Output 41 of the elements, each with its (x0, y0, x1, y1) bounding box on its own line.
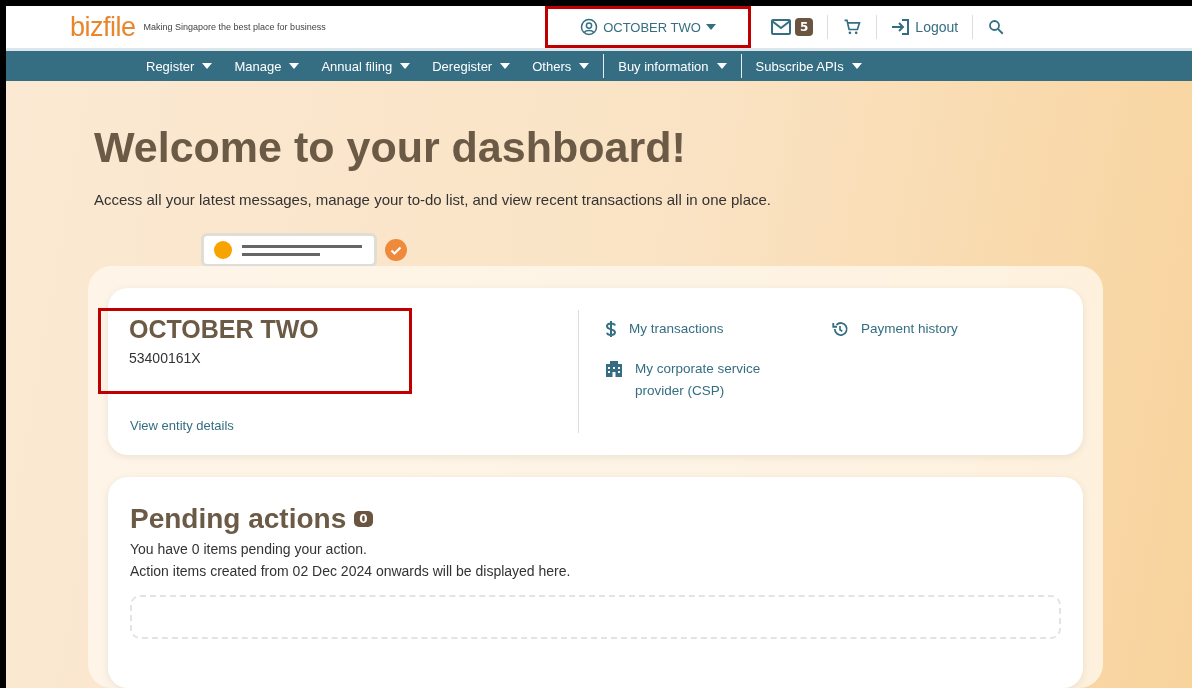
tagline: Making Singapore the best place for business (143, 22, 326, 32)
caret-icon (400, 63, 411, 69)
user-menu-button[interactable]: OCTOBER TWO (580, 18, 716, 36)
welcome-text: Access all your latest messages, manage your to-do list, and view recent transactions all in one place. (94, 191, 772, 208)
nav-menu-item[interactable]: Deregister (432, 58, 511, 74)
nav-menu-item[interactable]: Manage (234, 58, 300, 74)
building-icon (605, 360, 623, 378)
nav-menu-item[interactable]: Annual filing (321, 58, 411, 74)
quick-link[interactable]: My transactions (605, 318, 775, 340)
caret-icon (289, 63, 300, 69)
nav-menu-item[interactable]: Register (146, 58, 213, 74)
nav-menu-item[interactable]: Subscribe APIs (740, 54, 862, 78)
messages-button[interactable]: 5 (771, 18, 814, 36)
search-icon[interactable] (987, 18, 1006, 36)
history-icon (831, 320, 849, 338)
caret-icon (716, 63, 727, 69)
user-icon (580, 18, 599, 36)
pending-actions-heading: Pending actions (130, 503, 347, 535)
dollar-icon (605, 320, 617, 338)
info-text: Action items created from 02 Dec 2024 onwards will be displayed here. (130, 563, 572, 579)
caret-icon (705, 24, 716, 30)
nav-menu-item[interactable]: Buy information (603, 54, 727, 78)
count-badge: 0 (354, 511, 373, 527)
cart-icon[interactable] (842, 17, 863, 37)
caret-icon (579, 63, 590, 69)
caret-icon (851, 63, 862, 69)
logout-button[interactable]: Logout (891, 18, 959, 36)
login-arrow-icon (891, 18, 912, 36)
message-count-badge: 5 (795, 18, 814, 36)
quick-link[interactable]: My corporate service provider (CSP) (605, 358, 775, 402)
entity-uen: 53400161X (129, 350, 202, 366)
info-text: You have 0 items pending your action. (130, 541, 368, 557)
view-entity-details-link[interactable]: View entity details (130, 418, 578, 433)
nav-menu-item[interactable]: Others (532, 58, 590, 74)
check-icon (385, 239, 407, 261)
caret-icon (500, 63, 511, 69)
caret-icon (202, 63, 213, 69)
quick-link[interactable]: Payment history (831, 318, 1001, 340)
entity-name: OCTOBER TWO (129, 315, 320, 344)
mail-icon (771, 19, 791, 35)
welcome-heading: Welcome to your dashboard! (94, 122, 687, 173)
